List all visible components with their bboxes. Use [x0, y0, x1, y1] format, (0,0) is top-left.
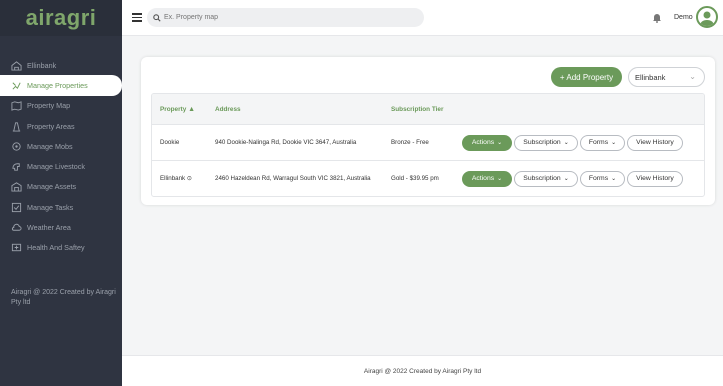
avatar-icon — [700, 11, 714, 26]
sort-asc-icon: ▲ — [188, 105, 195, 113]
view-history-button[interactable]: View History — [627, 170, 683, 187]
map-icon — [11, 101, 22, 111]
sidebar-item-manage-livestock[interactable]: Manage Livestock — [0, 156, 122, 176]
sidebar-item-label: Manage Assets — [27, 182, 77, 192]
forms-button[interactable]: Forms ⌄ — [580, 134, 625, 151]
health-icon — [11, 244, 22, 252]
chevron-down-icon: ⌄ — [689, 72, 696, 81]
cell-address: 940 Dookie-Nalinga Rd, Dookie VIC 3647, … — [215, 139, 357, 146]
chevron-down-icon: ⌄ — [497, 140, 503, 146]
mobs-icon — [12, 142, 21, 151]
properties-icon — [12, 82, 21, 90]
subscription-button[interactable]: Subscription ⌄ — [514, 134, 578, 151]
logo-area: airagri — [0, 0, 122, 36]
sidebar-nav: Ellinbank Manage Properties Property Map… — [0, 55, 122, 258]
verified-icon: ⊙ — [186, 175, 193, 182]
sidebar-item-ellinbank[interactable]: Ellinbank — [0, 55, 122, 75]
sidebar-item-label: Manage Mobs — [27, 141, 73, 151]
sidebar-item-label: Manage Tasks — [27, 202, 74, 212]
bell-icon[interactable] — [652, 12, 662, 23]
areas-icon — [12, 121, 21, 132]
cell-property: Ellinbank ⊙ — [160, 175, 193, 182]
sidebar-item-manage-properties[interactable]: Manage Properties — [0, 75, 122, 96]
cell-tier: Gold - $39.95 pm — [391, 175, 439, 182]
properties-card: + Add Property Ellinbank ⌄ Property ▲ Ad… — [141, 57, 715, 205]
sidebar-item-label: Weather Area — [27, 223, 71, 233]
sidebar-item-label: Property Map — [27, 101, 71, 111]
farm-select[interactable]: Ellinbank ⌄ — [628, 67, 705, 87]
chevron-down-icon: ⌄ — [497, 176, 503, 182]
sidebar-footer: Airagri @ 2022 Created by Airagri Pty lt… — [11, 289, 116, 306]
sidebar-item-label: Health And Saftey — [27, 243, 85, 253]
actions-button[interactable]: Actions ⌄ — [462, 170, 512, 187]
livestock-icon — [12, 163, 20, 171]
sidebar-item-label: Ellinbank — [27, 60, 57, 70]
sidebar-item-label: Property Areas — [27, 121, 75, 131]
search-input[interactable] — [164, 14, 404, 21]
table-row: Dookie 940 Dookie-Nalinga Rd, Dookie VIC… — [152, 124, 704, 160]
sidebar-item-label: Manage Properties — [27, 80, 88, 90]
chevron-down-icon: ⌄ — [563, 176, 569, 182]
sidebar-item-weather-area[interactable]: Weather Area — [0, 217, 122, 237]
assets-icon — [11, 182, 22, 192]
weather-icon — [11, 223, 22, 231]
farm-icon — [11, 60, 22, 71]
avatar[interactable] — [696, 6, 718, 28]
sidebar-item-manage-tasks[interactable]: Manage Tasks — [0, 197, 122, 217]
logo[interactable]: airagri — [26, 5, 97, 31]
chevron-down-icon: ⌄ — [563, 140, 569, 146]
user-name[interactable]: Demo — [674, 14, 693, 21]
chevron-down-icon: ⌄ — [611, 140, 617, 146]
sidebar-item-health-and-safety[interactable]: Health And Saftey — [0, 238, 122, 258]
column-header-property[interactable]: Property ▲ — [160, 106, 195, 113]
page-footer: Airagri @ 2022 Created by Airagri Pty lt… — [122, 355, 723, 386]
cell-tier: Bronze - Free — [391, 139, 429, 146]
table-row: Ellinbank ⊙ 2460 Hazeldean Rd, Warragul … — [152, 160, 704, 196]
sidebar-item-manage-assets[interactable]: Manage Assets — [0, 177, 122, 197]
view-history-button[interactable]: View History — [627, 134, 683, 151]
sidebar: airagri Ellinbank Manage Properties Prop… — [0, 0, 122, 386]
farm-select-value: Ellinbank — [635, 72, 666, 82]
add-property-button[interactable]: + Add Property — [551, 67, 622, 87]
subscription-button[interactable]: Subscription ⌄ — [514, 170, 578, 187]
column-header-tier: Subscription Tier — [391, 105, 444, 113]
search-box[interactable] — [147, 8, 424, 27]
actions-button[interactable]: Actions ⌄ — [462, 134, 512, 151]
sidebar-item-property-map[interactable]: Property Map — [0, 96, 122, 116]
sidebar-item-label: Manage Livestock — [27, 162, 85, 172]
search-icon — [153, 13, 161, 22]
properties-table: Property ▲ Address Subscription Tier Doo… — [151, 93, 705, 197]
menu-icon[interactable] — [132, 13, 142, 22]
chevron-down-icon: ⌄ — [611, 176, 617, 182]
forms-button[interactable]: Forms ⌄ — [580, 170, 625, 187]
topbar: Demo — [122, 0, 723, 36]
sidebar-item-property-areas[interactable]: Property Areas — [0, 116, 122, 136]
sidebar-item-manage-mobs[interactable]: Manage Mobs — [0, 136, 122, 156]
column-header-address: Address — [215, 105, 241, 113]
table-header: Property ▲ Address Subscription Tier — [152, 94, 704, 124]
cell-property: Dookie — [160, 139, 180, 146]
cell-address: 2460 Hazeldean Rd, Warragul South VIC 38… — [215, 175, 371, 182]
tasks-icon — [11, 202, 22, 212]
